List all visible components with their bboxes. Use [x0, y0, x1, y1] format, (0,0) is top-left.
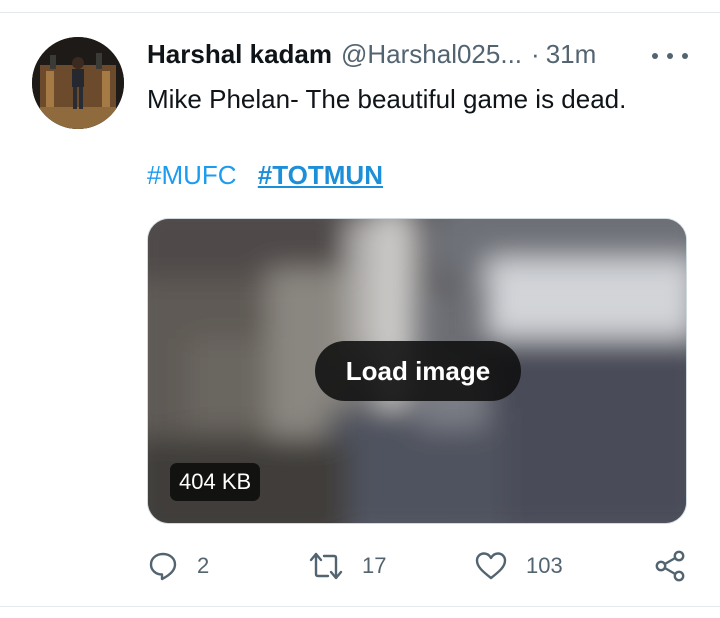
file-size-badge: 404 KB — [170, 463, 261, 501]
reply-count: 2 — [197, 553, 210, 578]
reply-button[interactable]: 2 — [147, 546, 209, 586]
author-name[interactable]: Harshal kadam — [147, 39, 332, 70]
reply-icon — [149, 552, 177, 581]
like-button[interactable]: 103 — [474, 546, 563, 586]
retweet-button[interactable]: 17 — [308, 546, 386, 586]
separator: · — [531, 38, 540, 69]
action-bar: 2 17 103 — [0, 546, 720, 586]
heart-icon — [475, 552, 507, 580]
retweet-icon — [309, 552, 343, 580]
avatar[interactable] — [32, 37, 124, 129]
top-divider — [0, 12, 720, 13]
more-horizontal-icon — [652, 53, 658, 59]
media-preview[interactable]: Load image 404 KB — [147, 218, 687, 524]
load-image-button[interactable]: Load image — [315, 341, 521, 401]
hashtag-row: #MUFC #TOTMUN — [147, 160, 383, 191]
author-handle[interactable]: @Harshal025... — [341, 39, 522, 70]
hashtag-totmun[interactable]: #TOTMUN — [258, 160, 383, 190]
share-button[interactable] — [653, 546, 687, 586]
hashtag-mufc[interactable]: #MUFC — [147, 160, 237, 190]
timestamp[interactable]: 31m — [546, 39, 597, 70]
retweet-count: 17 — [362, 553, 387, 578]
tweet-header: Harshal kadam @Harshal025... · 31m — [147, 37, 596, 71]
share-icon — [655, 550, 685, 582]
like-count: 103 — [526, 553, 563, 578]
bottom-divider — [0, 606, 720, 607]
more-options-button[interactable] — [652, 44, 688, 68]
avatar-image — [32, 37, 124, 129]
tweet-text: Mike Phelan- The beautiful game is dead. — [147, 84, 627, 114]
